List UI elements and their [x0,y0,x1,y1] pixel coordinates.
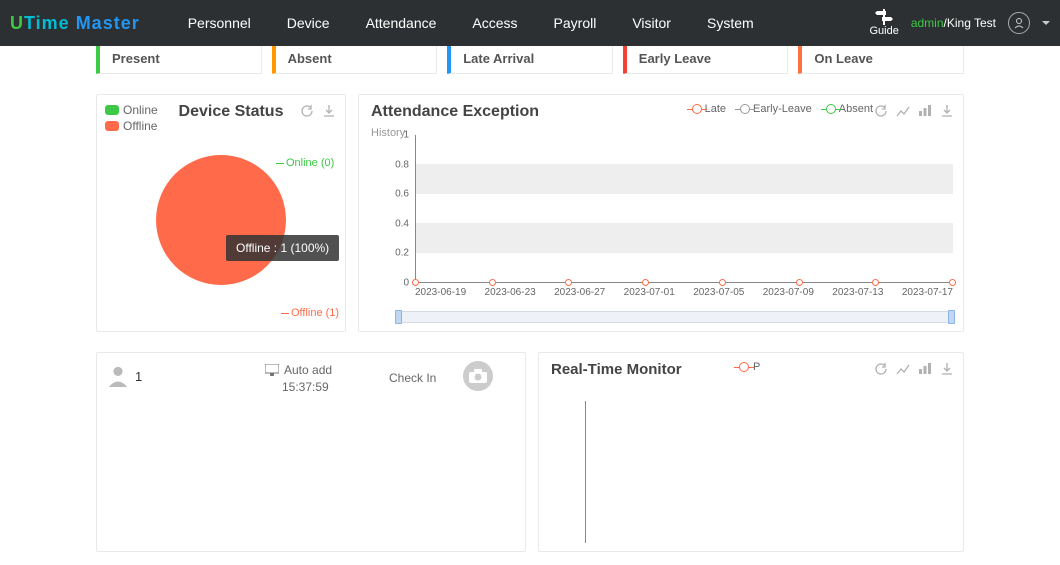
late-marker-icon [692,104,702,114]
status-card-early[interactable]: Early Leave [623,44,789,74]
chart-range-slider[interactable] [397,311,953,323]
recent-event-panel: 1 Auto add 15:37:59 Check In [96,352,526,552]
device-status-legend: Online Offline [105,103,158,135]
signpost-icon [875,9,893,25]
person-icon [107,365,129,387]
attendance-exception-panel: Attendance Exception History Late Early-… [358,94,964,332]
line-chart-icon[interactable] [895,103,911,119]
nav-attendance[interactable]: Attendance [348,0,455,46]
nav-visitor[interactable]: Visitor [614,0,689,46]
online-swatch-icon [105,105,119,115]
status-cards-row: Present Absent Late Arrival Early Leave … [0,44,1060,74]
pie-slice-offline [156,155,286,285]
status-card-late[interactable]: Late Arrival [447,44,613,74]
realtime-legend: P [739,361,760,373]
dropdown-caret-icon[interactable] [1042,19,1050,27]
download-icon[interactable] [939,361,955,377]
user-menu-button[interactable] [1008,12,1030,34]
realtime-chart [585,401,953,543]
event-person-id: 1 [135,369,142,384]
line-chart-icon[interactable] [895,361,911,377]
refresh-icon[interactable] [873,103,889,119]
event-type: Check In [389,371,436,385]
guide-button[interactable]: Guide [869,9,898,37]
nav-access[interactable]: Access [454,0,535,46]
refresh-icon[interactable] [299,103,315,119]
pie-tooltip: Offline : 1 (100%) [226,235,339,261]
app-logo: UTime Master [10,13,140,34]
pie-label-online: Online (0) [286,157,334,169]
device-icon [265,364,279,376]
offline-swatch-icon [105,121,119,131]
bar-chart-icon[interactable] [917,361,933,377]
early-leave-marker-icon [740,104,750,114]
nav-device[interactable]: Device [269,0,348,46]
slider-handle-right[interactable] [948,310,955,324]
p-marker-icon [739,362,749,372]
nav-personnel[interactable]: Personnel [170,0,269,46]
status-card-absent[interactable]: Absent [272,44,438,74]
attendance-exception-legend: Late Early-Leave Absent [692,103,873,115]
status-card-present[interactable]: Present [96,44,262,74]
status-card-onleave[interactable]: On Leave [798,44,964,74]
nav-system[interactable]: System [689,0,772,46]
realtime-monitor-panel: Real-Time Monitor P [538,352,964,552]
user-info: admin/King Test [911,16,996,30]
absent-marker-icon [826,104,836,114]
download-icon[interactable] [939,103,955,119]
event-photo-placeholder [463,361,493,391]
device-pie-chart: Online (0) Offline (1) Offline : 1 (100%… [156,155,286,285]
device-status-panel: Online Offline Device Status Online (0) … [96,94,346,332]
refresh-icon[interactable] [873,361,889,377]
download-icon[interactable] [321,103,337,119]
nav-payroll[interactable]: Payroll [536,0,615,46]
event-time: 15:37:59 [282,380,329,394]
user-icon [1013,17,1025,29]
main-nav: Personnel Device Attendance Access Payro… [170,0,772,46]
camera-icon [469,369,487,383]
attendance-chart: 00.20.40.60.81 2023-06-192023-06-232023-… [389,135,953,301]
app-header: UTime Master Personnel Device Attendance… [0,0,1060,46]
slider-handle-left[interactable] [395,310,402,324]
bar-chart-icon[interactable] [917,103,933,119]
auto-add-label: Auto add [284,363,332,377]
pie-label-offline: Offline (1) [291,307,339,319]
